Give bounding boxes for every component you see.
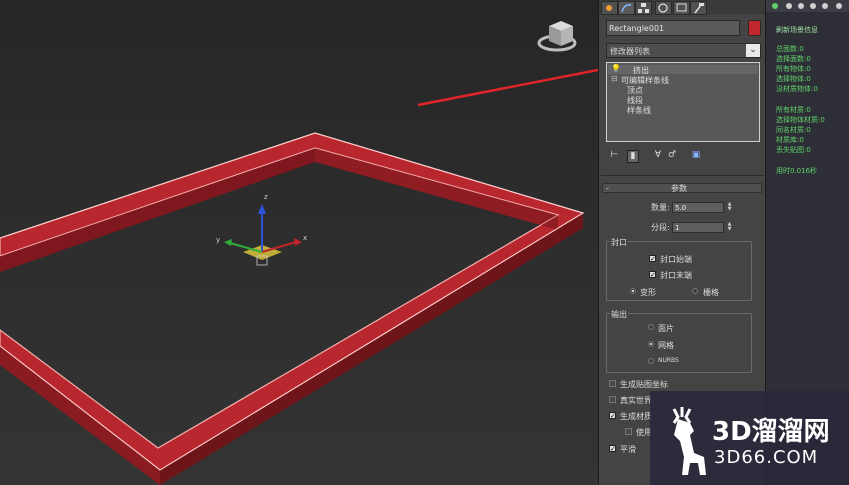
segments-label: 分段: — [651, 223, 670, 232]
make-unique-icon[interactable]: ∀ — [653, 150, 663, 161]
rollout-collapse-toggle[interactable]: - — [606, 184, 609, 193]
info-window-button[interactable] — [798, 3, 804, 9]
monitor-icon[interactable] — [673, 1, 690, 15]
info-window-button[interactable] — [786, 3, 792, 9]
amount-spinner[interactable]: 5.0 — [672, 202, 724, 213]
real-world-label: 真实世界 — [620, 396, 652, 405]
capping-group-title: 封口 — [610, 237, 628, 248]
rollout-title: 参数 — [671, 184, 687, 193]
morph-label: 变形 — [640, 288, 656, 297]
curve-icon[interactable] — [618, 1, 635, 15]
gen-mat-ids-checkbox[interactable]: ✓ — [609, 412, 616, 420]
info-line: 选择物体材质:0 — [776, 116, 825, 124]
remove-modifier-icon[interactable]: ♂ — [667, 150, 677, 161]
cap-end-checkbox[interactable]: ✓ — [649, 271, 656, 279]
watermark-domain: 3D66.COM — [714, 447, 819, 468]
info-line: 同名材质:0 — [776, 126, 811, 134]
viewcube-icon[interactable] — [537, 21, 577, 52]
output-group-title: 输出 — [610, 309, 628, 320]
watermark: 3D溜溜网 3D66.COM — [650, 391, 849, 485]
deer-logo-icon — [672, 407, 706, 475]
nurbs-label: NURBS — [658, 357, 679, 364]
object-name-field[interactable]: Rectangle001 — [606, 20, 740, 36]
info-line: 选择面数:0 — [776, 55, 811, 63]
amount-spinner-arrows[interactable]: ▲ ▼ — [726, 202, 733, 213]
annotation-arrow — [417, 68, 598, 107]
gizmo-z-label: z — [264, 193, 268, 201]
show-end-result-icon[interactable]: ▮ — [627, 150, 639, 163]
elapsed-time-label: 用时0.016秒 — [776, 167, 818, 175]
object-color-swatch[interactable] — [748, 20, 761, 36]
refresh-scene-info-button[interactable]: 刷新场景信息 — [776, 25, 818, 35]
info-line: 丢失贴图:0 — [776, 146, 811, 154]
sun-icon[interactable] — [601, 1, 618, 15]
nurbs-radio[interactable] — [648, 358, 654, 364]
gizmo-y-label: y — [216, 236, 220, 244]
segments-spinner[interactable]: 1 — [672, 222, 724, 233]
cap-start-label: 封口始端 — [660, 255, 692, 264]
info-close-button[interactable] — [836, 3, 842, 9]
cap-end-label: 封口末端 — [660, 271, 692, 280]
hammer-icon[interactable] — [690, 1, 707, 15]
info-window-button[interactable] — [810, 3, 816, 9]
info-line: 所有材质:0 — [776, 106, 811, 114]
info-title-bar — [766, 0, 849, 12]
info-line: 总面数:0 — [776, 45, 804, 53]
divider — [601, 175, 763, 176]
patch-radio[interactable] — [648, 324, 654, 330]
real-world-checkbox[interactable] — [609, 396, 616, 403]
gen-map-coords-checkbox[interactable] — [609, 380, 616, 387]
info-line: 选择物体:0 — [776, 75, 811, 83]
gen-mat-ids-label: 生成材质 — [620, 412, 652, 421]
info-line: 没材质物体:0 — [776, 85, 818, 93]
modifier-stack[interactable]: 💡 挤出 ⊟ 可编辑样条线 顶点 线段 样条线 — [606, 62, 760, 142]
modifier-list-label: 修改器列表 — [610, 47, 650, 56]
pin-stack-icon[interactable]: ⊢ — [609, 150, 619, 161]
amount-label: 数量: — [651, 203, 670, 212]
info-status-dot — [772, 3, 778, 9]
smooth-checkbox[interactable]: ✓ — [609, 445, 616, 453]
motion-icon[interactable] — [655, 1, 672, 15]
cap-start-checkbox[interactable]: ✓ — [649, 255, 656, 263]
use-checkbox[interactable] — [625, 428, 632, 435]
morph-radio[interactable] — [630, 288, 636, 294]
stack-toolbar: ⊢ ▮ ∀ ♂ ▣ — [607, 150, 717, 163]
grid-radio[interactable] — [692, 288, 698, 294]
perspective-viewport[interactable]: x y z — [0, 0, 598, 485]
patch-label: 面片 — [658, 324, 674, 333]
gizmo-x-label: x — [303, 234, 307, 242]
parameters-rollout-header[interactable]: - 参数 — [602, 183, 762, 193]
watermark-brand: 3D溜溜网 — [712, 417, 830, 447]
smooth-label: 平滑 — [620, 445, 636, 454]
output-group — [606, 313, 752, 373]
configure-sets-icon[interactable]: ▣ — [691, 150, 701, 161]
expand-icon[interactable]: ⊟ — [611, 74, 618, 83]
transform-gizmo[interactable] — [224, 204, 302, 266]
grid-label: 栅格 — [703, 288, 719, 297]
lightbulb-icon[interactable]: 💡 — [611, 64, 621, 73]
hierarchy-icon[interactable] — [635, 1, 652, 15]
mesh-label: 网格 — [658, 341, 674, 350]
info-line: 所有物体:0 — [776, 65, 811, 73]
mesh-radio[interactable] — [648, 341, 654, 347]
extruded-rectangle-frame[interactable] — [0, 132, 585, 485]
modifier-list-dropdown[interactable]: 修改器列表 ⌄ — [606, 43, 761, 58]
stack-item-spline[interactable]: 样条线 — [627, 105, 651, 116]
command-panel-tabs — [599, 0, 766, 15]
info-window-button[interactable] — [822, 3, 828, 9]
gen-map-coords-label: 生成贴图坐标 — [620, 380, 668, 389]
chevron-down-icon[interactable]: ⌄ — [746, 44, 760, 57]
stack-selection-highlight — [608, 65, 758, 74]
segments-spinner-arrows[interactable]: ▲ ▼ — [726, 222, 733, 233]
info-line: 材质库:0 — [776, 136, 804, 144]
